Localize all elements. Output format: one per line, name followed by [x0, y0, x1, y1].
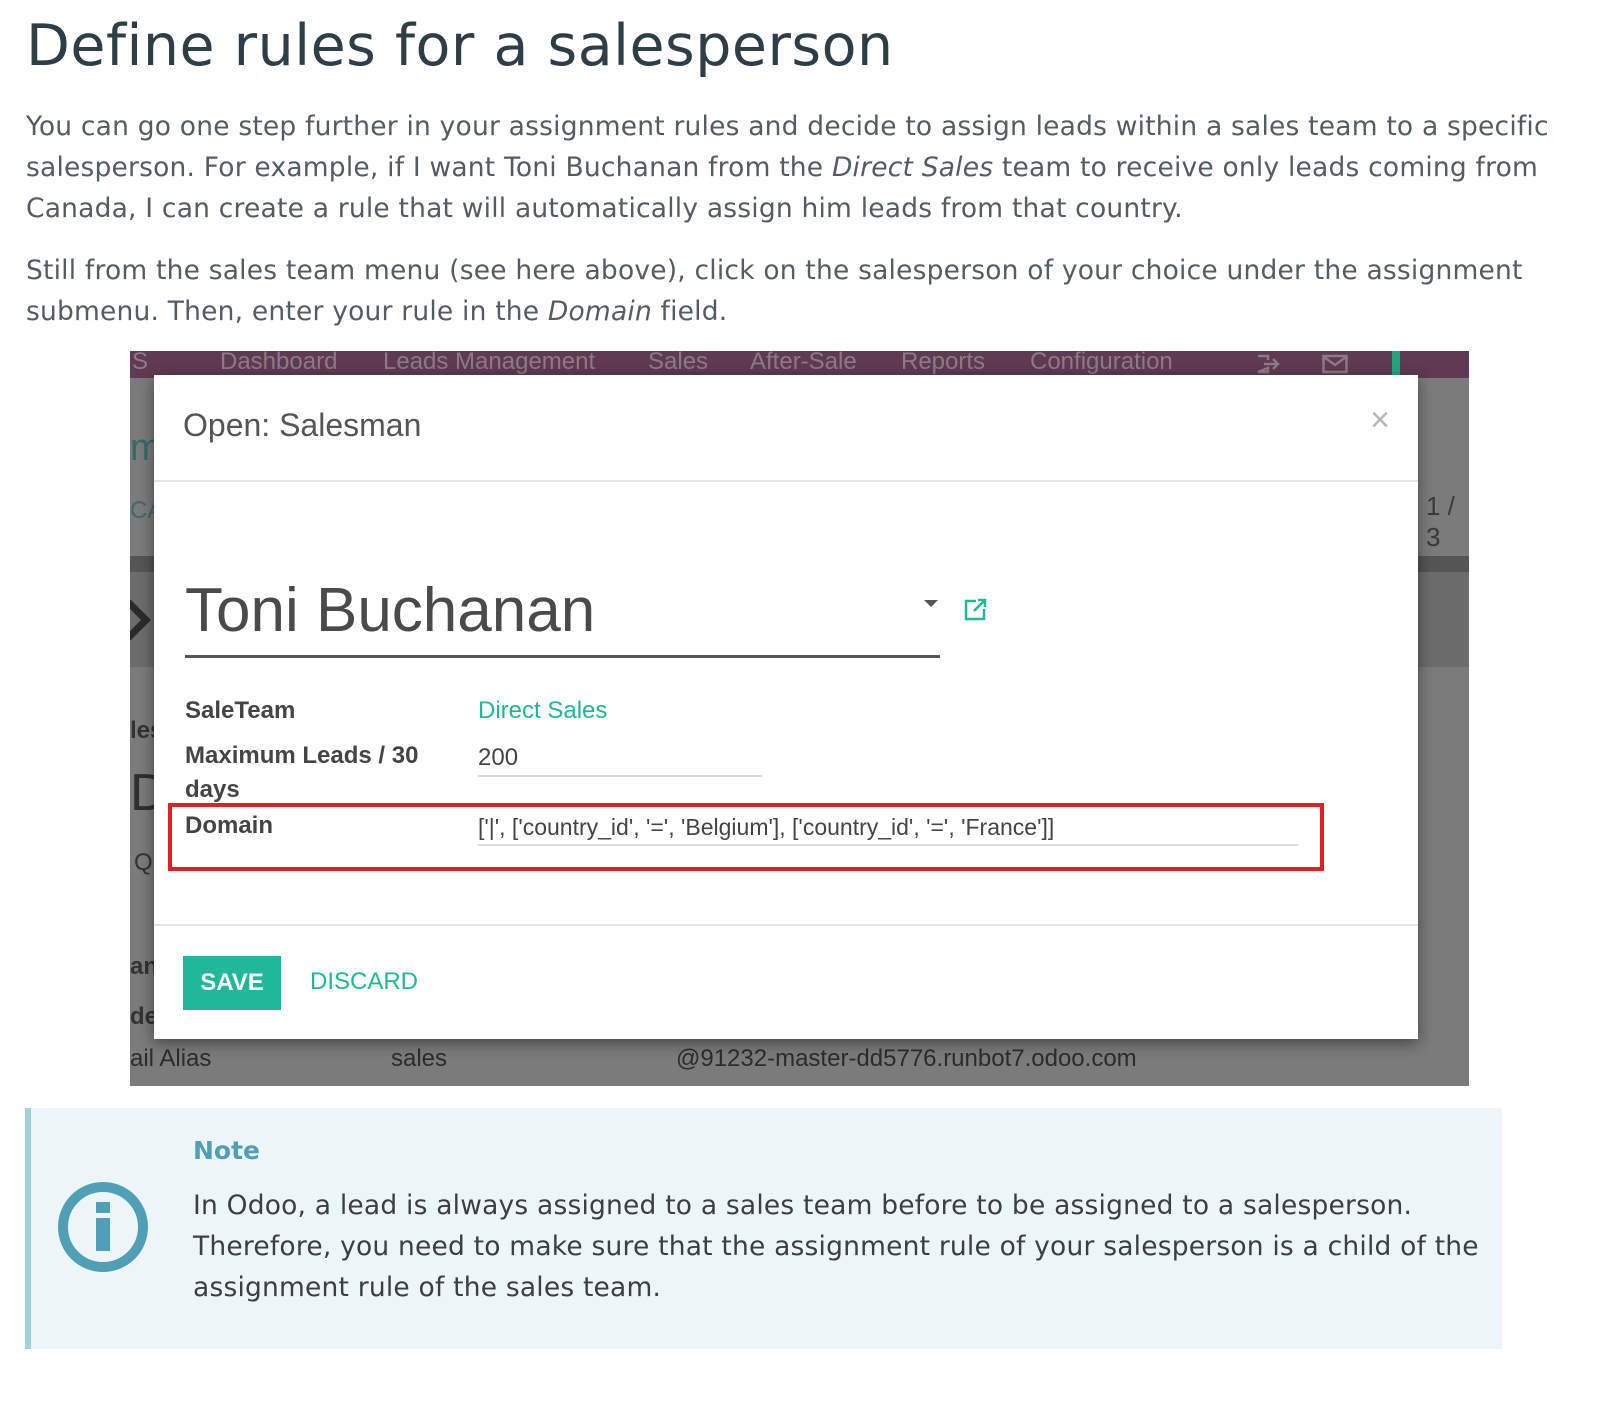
discard-button[interactable]: DISCARD: [310, 968, 418, 996]
saleteam-label: SaleTeam: [185, 697, 296, 724]
menu-item-sales[interactable]: Sales: [648, 351, 708, 376]
note-box: Note In Odoo, a lead is always assigned …: [25, 1108, 1502, 1349]
domain-input[interactable]: ['|', ['country_id', '=', 'Belgium'], ['…: [478, 814, 1054, 841]
alias-name: sales: [391, 1045, 448, 1072]
paragraph-text: Still from the sales team menu (see here…: [26, 255, 1523, 327]
mail-icon[interactable]: [1322, 354, 1348, 374]
paragraph-text: field.: [651, 296, 728, 327]
external-link-icon[interactable]: [962, 597, 988, 623]
close-icon[interactable]: ×: [1370, 401, 1390, 440]
save-button[interactable]: SAVE: [183, 956, 281, 1010]
background-label-fragment: Q: [134, 849, 153, 876]
note-text: In Odoo, a lead is always assigned to a …: [193, 1190, 1479, 1303]
instruction-paragraph: Still from the sales team menu (see here…: [26, 250, 1596, 332]
menu-item-dashboard[interactable]: Dashboard: [220, 351, 337, 376]
screenshot-figure: S Dashboard Leads Management Sales After…: [130, 351, 1469, 1086]
status-strip: [1392, 351, 1400, 378]
saleteam-link[interactable]: Direct Sales: [478, 697, 607, 725]
logout-icon[interactable]: [1256, 354, 1280, 374]
top-menu-bar: S Dashboard Leads Management Sales After…: [130, 351, 1469, 378]
background-pager-fragment: 1 / 3: [1426, 491, 1455, 552]
domain-underline: [478, 844, 1298, 846]
emphasis-domain: Domain: [547, 296, 652, 327]
emphasis-direct-sales: Direct Sales: [831, 152, 994, 183]
caret-down-icon[interactable]: [924, 600, 938, 607]
menu-item-reports[interactable]: Reports: [901, 351, 985, 376]
salesman-dialog: Open: Salesman × Toni Buchanan SaleTeam …: [154, 375, 1418, 1039]
header-divider: [154, 480, 1418, 482]
max-leads-input[interactable]: 200: [478, 744, 518, 772]
menu-item-leads-management[interactable]: Leads Management: [383, 351, 595, 376]
intro-paragraph: You can go one step further in your assi…: [26, 106, 1596, 229]
salesman-name: Toni Buchanan: [185, 576, 596, 645]
alias-label: ail Alias: [130, 1045, 212, 1072]
max-leads-underline: [478, 775, 762, 777]
footer-divider: [154, 924, 1418, 926]
menu-item-configuration[interactable]: Configuration: [1030, 351, 1173, 376]
app-logo-fragment: S: [132, 351, 149, 375]
page-title: Define rules for a salesperson: [26, 13, 894, 79]
dialog-title: Open: Salesman: [183, 407, 422, 443]
note-title: Note: [193, 1136, 261, 1165]
chevron-right-icon: [130, 600, 151, 640]
salesman-select[interactable]: Toni Buchanan: [185, 571, 940, 658]
domain-label: Domain: [185, 812, 274, 839]
alias-domain: @91232-master-dd5776.runbot7.odoo.com: [676, 1045, 1137, 1072]
max-leads-label: Maximum Leads / 30 days: [185, 742, 419, 803]
info-icon: [58, 1182, 148, 1272]
background-alias-row: ail Alias sales @91232-master-dd5776.run…: [130, 1043, 1469, 1086]
menu-item-after-sale[interactable]: After-Sale: [750, 351, 857, 376]
